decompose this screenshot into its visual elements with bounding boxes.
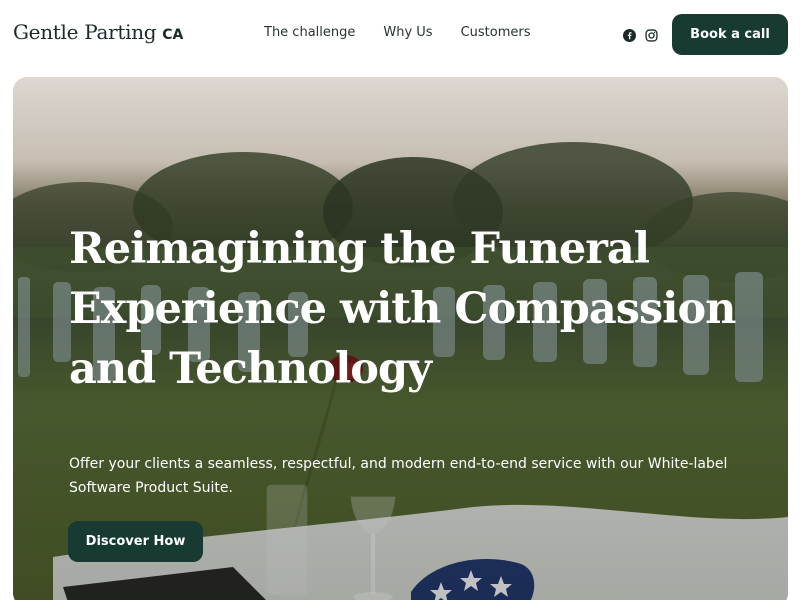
brand-suffix: CA <box>162 27 184 43</box>
hero-subtitle: Offer your clients a seamless, respectfu… <box>69 456 728 496</box>
book-call-button[interactable]: Book a call <box>672 14 788 55</box>
brand-name: Gentle Parting <box>13 20 157 44</box>
nav-link-customers[interactable]: Customers <box>461 25 531 40</box>
facebook-icon[interactable] <box>623 27 636 42</box>
instagram-icon[interactable] <box>645 27 658 42</box>
brand-logo[interactable]: Gentle Parting CA <box>13 20 183 44</box>
hero-title: Reimagining the Funeral Experience with … <box>69 224 736 394</box>
site-header: Gentle Parting CA The challenge Why Us C… <box>0 0 800 70</box>
main-nav: The challenge Why Us Customers <box>264 25 531 40</box>
nav-link-challenge[interactable]: The challenge <box>264 25 355 40</box>
nav-link-why-us[interactable]: Why Us <box>383 25 432 40</box>
social-links <box>623 27 658 42</box>
hero-banner: Reimagining the Funeral Experience with … <box>13 77 788 600</box>
discover-how-button[interactable]: Discover How <box>68 521 203 562</box>
